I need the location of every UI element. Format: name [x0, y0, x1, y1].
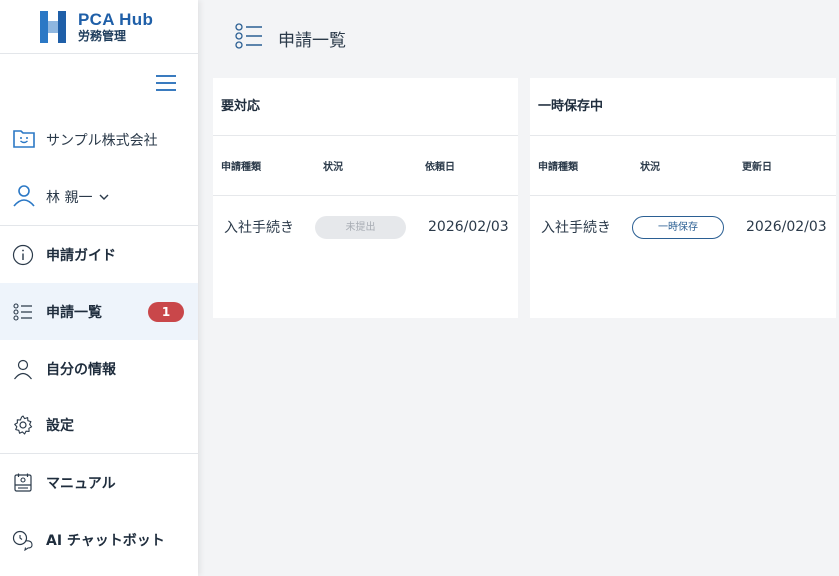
- request-date: 2026/02/03: [428, 219, 509, 235]
- hamburger-menu-icon[interactable]: [156, 75, 176, 91]
- list-icon: [234, 22, 264, 54]
- count-badge: 1: [148, 302, 184, 322]
- nav-item-manual[interactable]: マニュアル: [0, 454, 198, 511]
- logo-title: PCA Hub: [78, 10, 154, 29]
- column-header: 状況: [323, 162, 343, 173]
- nav-item-my-info[interactable]: 自分の情報: [0, 340, 198, 397]
- person-icon: [12, 358, 34, 380]
- nav-item-guide[interactable]: 申請ガイド: [0, 226, 198, 283]
- status-cell: 一時保存: [632, 215, 746, 239]
- updated-date: 2026/02/03: [746, 219, 827, 235]
- status-cell: 未提出: [315, 215, 428, 239]
- column-header: 申請種類: [221, 162, 261, 173]
- logo[interactable]: PCA Hub 労務管理: [0, 0, 198, 54]
- table-row[interactable]: 入社手続き 未提出 2026/02/03: [213, 196, 518, 258]
- nav-item-label: AI チャットボット: [46, 532, 165, 549]
- column-header: 状況: [640, 162, 660, 173]
- table-header: 申請種類 状況 更新日: [530, 136, 836, 196]
- column-header: 更新日: [742, 162, 772, 173]
- logo-subtitle: 労務管理: [78, 29, 127, 43]
- status-badge: 未提出: [315, 216, 406, 239]
- action-required-card: 要対応 申請種類 状況 依頼日 入社手続き 未提出 2026/02/03: [213, 78, 518, 318]
- application-type: 入社手続き: [541, 220, 611, 236]
- user-icon: [12, 183, 36, 211]
- gear-icon: [12, 414, 34, 436]
- nav-item-ai-chatbot[interactable]: AI チャットボット: [0, 511, 198, 568]
- user-name: 林 親一: [46, 189, 93, 206]
- nav-item-label: 申請ガイド: [46, 247, 116, 264]
- status-badge[interactable]: 一時保存: [632, 216, 724, 239]
- column-header: 申請種類: [538, 162, 578, 173]
- nav-item-label: マニュアル: [46, 475, 116, 492]
- page-header: 申請一覧: [234, 22, 346, 54]
- nav-item-label: 設定: [46, 418, 74, 434]
- nav-item-label: 自分の情報: [46, 361, 116, 378]
- table-row[interactable]: 入社手続き 一時保存 2026/02/03: [530, 196, 836, 258]
- nav-item-label: 申請一覧: [46, 304, 102, 321]
- company-name: サンプル株式会社: [46, 133, 158, 149]
- manual-icon: [12, 472, 34, 494]
- column-header: 依頼日: [425, 162, 455, 173]
- main-content: 申請一覧 要対応 申請種類 状況 依頼日 入社手続き 未提出 2026/02/0…: [198, 0, 839, 576]
- nav-item-settings[interactable]: 設定: [0, 397, 198, 454]
- user-menu[interactable]: 林 親一: [0, 168, 198, 226]
- list-icon: [12, 301, 34, 323]
- sidebar: PCA Hub 労務管理 サンプル株式会社 林 親一 申請ガイド 申請一覧 1: [0, 0, 198, 576]
- info-icon: [12, 244, 34, 266]
- nav-item-application-list[interactable]: 申請一覧 1: [0, 283, 198, 340]
- pca-logo-icon: [40, 10, 70, 43]
- table-header: 申請種類 状況 依頼日: [213, 136, 518, 196]
- draft-card: 一時保存中 申請種類 状況 更新日 入社手続き 一時保存 2026/02/03: [530, 78, 836, 318]
- page-title: 申請一覧: [278, 30, 346, 51]
- application-type: 入社手続き: [224, 220, 294, 236]
- chatbot-icon: [12, 529, 34, 551]
- folder-smile-icon: [12, 127, 36, 153]
- company-selector: サンプル株式会社: [0, 112, 198, 168]
- card-title: 一時保存中: [530, 78, 836, 136]
- card-title: 要対応: [213, 78, 518, 136]
- chevron-down-icon: [99, 194, 109, 200]
